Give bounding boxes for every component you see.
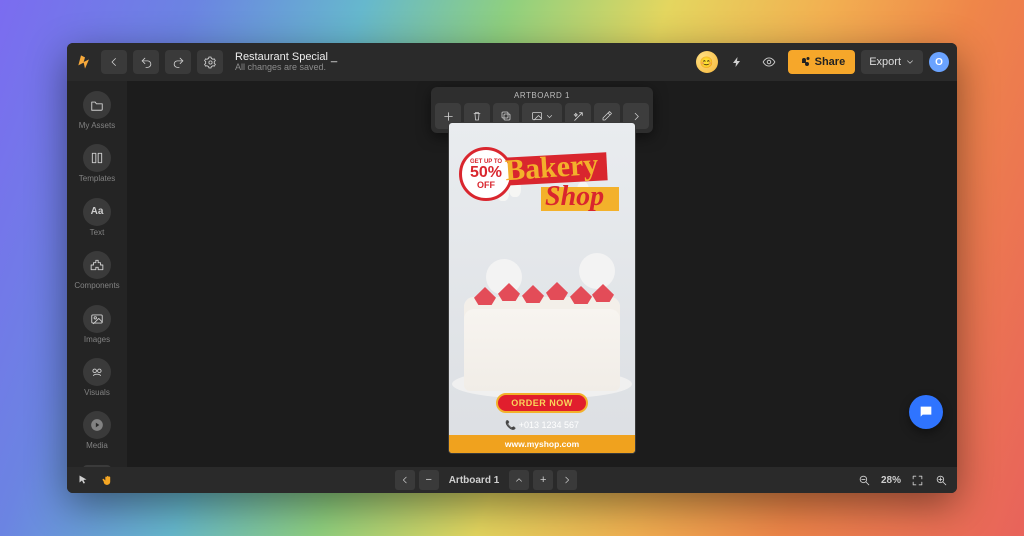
share-button[interactable]: Share bbox=[788, 50, 856, 74]
bottom-bar: − Artboard 1 + 28% bbox=[67, 467, 957, 493]
settings-button[interactable] bbox=[197, 50, 223, 74]
left-sidebar: My Assets Templates Aa Text Components bbox=[67, 81, 127, 467]
document-title-block: Restaurant Special _ All changes are sav… bbox=[235, 51, 337, 73]
website-strip: www.myshop.com bbox=[449, 435, 635, 453]
visuals-icon bbox=[83, 358, 111, 386]
undo-button[interactable] bbox=[133, 50, 159, 74]
user-avatar[interactable]: O bbox=[929, 52, 949, 72]
zoom-out-button[interactable] bbox=[857, 472, 873, 488]
emoji-feedback-icon[interactable]: 😊 bbox=[696, 51, 718, 73]
canvas-area[interactable]: ARTBOARD 1 bbox=[127, 81, 957, 467]
artboard-1[interactable]: GET UP TO 50% OFF Bakery Shop ORDER NOW bbox=[449, 123, 635, 453]
redo-button[interactable] bbox=[165, 50, 191, 74]
sidebar-item-visuals[interactable]: Visuals bbox=[72, 358, 122, 397]
current-artboard-label: Artboard 1 bbox=[443, 475, 506, 486]
sidebar-item-images[interactable]: Images bbox=[72, 305, 122, 344]
export-label: Export bbox=[869, 56, 901, 68]
next-artboard-button[interactable] bbox=[557, 470, 577, 490]
zoom-in-button[interactable] bbox=[933, 472, 949, 488]
cake bbox=[464, 297, 620, 391]
artboard-pager: − Artboard 1 + bbox=[115, 470, 857, 490]
order-now-button: ORDER NOW bbox=[496, 393, 588, 413]
zoom-percentage[interactable]: 28% bbox=[881, 475, 901, 486]
image-icon bbox=[83, 305, 111, 333]
add-artboard-button[interactable]: + bbox=[533, 470, 553, 490]
fit-screen-button[interactable] bbox=[909, 472, 925, 488]
play-icon bbox=[83, 411, 111, 439]
help-chat-button[interactable] bbox=[909, 395, 943, 429]
sidebar-item-text[interactable]: Aa Text bbox=[72, 198, 122, 237]
hand-tool[interactable] bbox=[99, 472, 115, 488]
prev-artboard-button[interactable] bbox=[395, 470, 415, 490]
app-logo[interactable] bbox=[75, 52, 95, 72]
sidebar-item-templates[interactable]: Templates bbox=[72, 144, 122, 183]
headline-shop: Shop bbox=[545, 181, 604, 213]
sidebar-item-my-assets[interactable]: My Assets bbox=[72, 91, 122, 130]
artboard-toolbar-label: ARTBOARD 1 bbox=[514, 91, 570, 100]
save-status: All changes are saved. bbox=[235, 63, 337, 73]
back-button[interactable] bbox=[101, 50, 127, 74]
bolt-icon[interactable] bbox=[724, 50, 750, 74]
pointer-tool[interactable] bbox=[75, 472, 91, 488]
export-button[interactable]: Export bbox=[861, 50, 923, 74]
phone-number: 📞 +013 1234 567 bbox=[449, 420, 635, 431]
share-label: Share bbox=[815, 56, 846, 68]
top-bar: Restaurant Special _ All changes are sav… bbox=[67, 43, 957, 81]
remove-artboard-button[interactable]: − bbox=[419, 470, 439, 490]
text-icon: Aa bbox=[83, 198, 111, 226]
puzzle-icon bbox=[83, 251, 111, 279]
sidebar-item-media[interactable]: Media bbox=[72, 411, 122, 450]
app-window: Restaurant Special _ All changes are sav… bbox=[67, 43, 957, 493]
preview-button[interactable] bbox=[756, 50, 782, 74]
move-up-button[interactable] bbox=[509, 470, 529, 490]
folder-icon bbox=[83, 91, 111, 119]
templates-icon bbox=[83, 144, 111, 172]
sidebar-item-components[interactable]: Components bbox=[72, 251, 122, 290]
